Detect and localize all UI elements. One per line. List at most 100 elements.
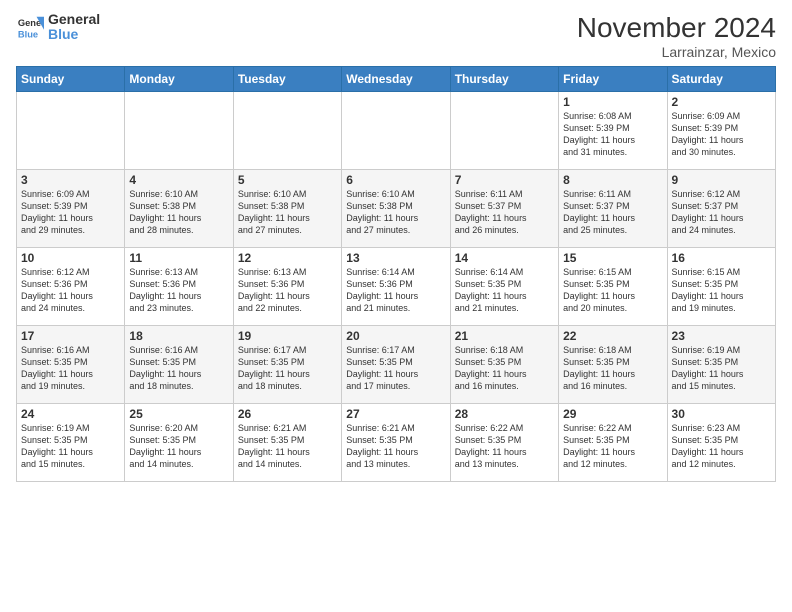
calendar-cell: 23Sunrise: 6:19 AM Sunset: 5:35 PM Dayli… (667, 326, 775, 404)
calendar-cell: 6Sunrise: 6:10 AM Sunset: 5:38 PM Daylig… (342, 170, 450, 248)
calendar-cell: 13Sunrise: 6:14 AM Sunset: 5:36 PM Dayli… (342, 248, 450, 326)
day-info: Sunrise: 6:13 AM Sunset: 5:36 PM Dayligh… (129, 266, 228, 315)
day-info: Sunrise: 6:15 AM Sunset: 5:35 PM Dayligh… (563, 266, 662, 315)
calendar-cell: 21Sunrise: 6:18 AM Sunset: 5:35 PM Dayli… (450, 326, 558, 404)
calendar-cell: 5Sunrise: 6:10 AM Sunset: 5:38 PM Daylig… (233, 170, 341, 248)
day-info: Sunrise: 6:18 AM Sunset: 5:35 PM Dayligh… (455, 344, 554, 393)
day-number: 14 (455, 251, 554, 265)
day-number: 6 (346, 173, 445, 187)
day-number: 29 (563, 407, 662, 421)
calendar-cell: 12Sunrise: 6:13 AM Sunset: 5:36 PM Dayli… (233, 248, 341, 326)
calendar-cell: 30Sunrise: 6:23 AM Sunset: 5:35 PM Dayli… (667, 404, 775, 482)
calendar-cell (233, 92, 341, 170)
day-info: Sunrise: 6:17 AM Sunset: 5:35 PM Dayligh… (238, 344, 337, 393)
day-info: Sunrise: 6:10 AM Sunset: 5:38 PM Dayligh… (238, 188, 337, 237)
calendar-cell (125, 92, 233, 170)
day-info: Sunrise: 6:11 AM Sunset: 5:37 PM Dayligh… (563, 188, 662, 237)
day-header-tuesday: Tuesday (233, 67, 341, 92)
calendar-cell: 25Sunrise: 6:20 AM Sunset: 5:35 PM Dayli… (125, 404, 233, 482)
day-number: 15 (563, 251, 662, 265)
day-number: 21 (455, 329, 554, 343)
day-number: 20 (346, 329, 445, 343)
calendar-cell: 9Sunrise: 6:12 AM Sunset: 5:37 PM Daylig… (667, 170, 775, 248)
day-number: 5 (238, 173, 337, 187)
day-info: Sunrise: 6:15 AM Sunset: 5:35 PM Dayligh… (672, 266, 771, 315)
logo: General Blue General Blue (16, 12, 100, 43)
day-info: Sunrise: 6:22 AM Sunset: 5:35 PM Dayligh… (563, 422, 662, 471)
logo-line2: Blue (48, 27, 100, 42)
day-number: 16 (672, 251, 771, 265)
calendar-cell: 1Sunrise: 6:08 AM Sunset: 5:39 PM Daylig… (559, 92, 667, 170)
svg-text:Blue: Blue (18, 30, 38, 40)
calendar-cell: 27Sunrise: 6:21 AM Sunset: 5:35 PM Dayli… (342, 404, 450, 482)
page-container: General Blue General Blue November 2024 … (0, 0, 792, 490)
day-info: Sunrise: 6:19 AM Sunset: 5:35 PM Dayligh… (672, 344, 771, 393)
day-info: Sunrise: 6:20 AM Sunset: 5:35 PM Dayligh… (129, 422, 228, 471)
calendar-cell: 22Sunrise: 6:18 AM Sunset: 5:35 PM Dayli… (559, 326, 667, 404)
day-number: 17 (21, 329, 120, 343)
week-row-2: 3Sunrise: 6:09 AM Sunset: 5:39 PM Daylig… (17, 170, 776, 248)
day-info: Sunrise: 6:11 AM Sunset: 5:37 PM Dayligh… (455, 188, 554, 237)
day-number: 3 (21, 173, 120, 187)
day-info: Sunrise: 6:10 AM Sunset: 5:38 PM Dayligh… (346, 188, 445, 237)
day-number: 25 (129, 407, 228, 421)
day-info: Sunrise: 6:13 AM Sunset: 5:36 PM Dayligh… (238, 266, 337, 315)
day-number: 2 (672, 95, 771, 109)
day-number: 13 (346, 251, 445, 265)
day-number: 30 (672, 407, 771, 421)
calendar-cell: 18Sunrise: 6:16 AM Sunset: 5:35 PM Dayli… (125, 326, 233, 404)
calendar-cell: 15Sunrise: 6:15 AM Sunset: 5:35 PM Dayli… (559, 248, 667, 326)
calendar-cell: 16Sunrise: 6:15 AM Sunset: 5:35 PM Dayli… (667, 248, 775, 326)
header: General Blue General Blue November 2024 … (16, 12, 776, 60)
day-info: Sunrise: 6:21 AM Sunset: 5:35 PM Dayligh… (238, 422, 337, 471)
calendar-cell: 28Sunrise: 6:22 AM Sunset: 5:35 PM Dayli… (450, 404, 558, 482)
day-info: Sunrise: 6:19 AM Sunset: 5:35 PM Dayligh… (21, 422, 120, 471)
day-header-saturday: Saturday (667, 67, 775, 92)
day-header-sunday: Sunday (17, 67, 125, 92)
calendar-table: SundayMondayTuesdayWednesdayThursdayFrid… (16, 66, 776, 482)
calendar-cell: 19Sunrise: 6:17 AM Sunset: 5:35 PM Dayli… (233, 326, 341, 404)
day-number: 10 (21, 251, 120, 265)
calendar-cell: 10Sunrise: 6:12 AM Sunset: 5:36 PM Dayli… (17, 248, 125, 326)
day-number: 4 (129, 173, 228, 187)
calendar-cell: 7Sunrise: 6:11 AM Sunset: 5:37 PM Daylig… (450, 170, 558, 248)
day-header-wednesday: Wednesday (342, 67, 450, 92)
day-info: Sunrise: 6:14 AM Sunset: 5:36 PM Dayligh… (346, 266, 445, 315)
day-info: Sunrise: 6:14 AM Sunset: 5:35 PM Dayligh… (455, 266, 554, 315)
day-number: 19 (238, 329, 337, 343)
calendar-cell: 29Sunrise: 6:22 AM Sunset: 5:35 PM Dayli… (559, 404, 667, 482)
day-number: 24 (21, 407, 120, 421)
day-info: Sunrise: 6:08 AM Sunset: 5:39 PM Dayligh… (563, 110, 662, 159)
day-number: 9 (672, 173, 771, 187)
day-info: Sunrise: 6:12 AM Sunset: 5:37 PM Dayligh… (672, 188, 771, 237)
calendar-cell: 24Sunrise: 6:19 AM Sunset: 5:35 PM Dayli… (17, 404, 125, 482)
day-info: Sunrise: 6:10 AM Sunset: 5:38 PM Dayligh… (129, 188, 228, 237)
week-row-1: 1Sunrise: 6:08 AM Sunset: 5:39 PM Daylig… (17, 92, 776, 170)
calendar-cell: 8Sunrise: 6:11 AM Sunset: 5:37 PM Daylig… (559, 170, 667, 248)
day-number: 7 (455, 173, 554, 187)
title-block: November 2024 Larrainzar, Mexico (577, 12, 776, 60)
day-number: 8 (563, 173, 662, 187)
calendar-cell: 4Sunrise: 6:10 AM Sunset: 5:38 PM Daylig… (125, 170, 233, 248)
calendar-cell: 17Sunrise: 6:16 AM Sunset: 5:35 PM Dayli… (17, 326, 125, 404)
day-number: 26 (238, 407, 337, 421)
day-info: Sunrise: 6:09 AM Sunset: 5:39 PM Dayligh… (21, 188, 120, 237)
day-info: Sunrise: 6:16 AM Sunset: 5:35 PM Dayligh… (129, 344, 228, 393)
calendar-cell: 3Sunrise: 6:09 AM Sunset: 5:39 PM Daylig… (17, 170, 125, 248)
day-header-monday: Monday (125, 67, 233, 92)
day-info: Sunrise: 6:18 AM Sunset: 5:35 PM Dayligh… (563, 344, 662, 393)
calendar-cell: 11Sunrise: 6:13 AM Sunset: 5:36 PM Dayli… (125, 248, 233, 326)
day-number: 23 (672, 329, 771, 343)
day-number: 27 (346, 407, 445, 421)
day-number: 18 (129, 329, 228, 343)
day-info: Sunrise: 6:16 AM Sunset: 5:35 PM Dayligh… (21, 344, 120, 393)
day-number: 28 (455, 407, 554, 421)
week-row-4: 17Sunrise: 6:16 AM Sunset: 5:35 PM Dayli… (17, 326, 776, 404)
calendar-cell (17, 92, 125, 170)
week-row-5: 24Sunrise: 6:19 AM Sunset: 5:35 PM Dayli… (17, 404, 776, 482)
month-title: November 2024 (577, 12, 776, 44)
location-subtitle: Larrainzar, Mexico (577, 44, 776, 60)
day-info: Sunrise: 6:12 AM Sunset: 5:36 PM Dayligh… (21, 266, 120, 315)
calendar-cell: 14Sunrise: 6:14 AM Sunset: 5:35 PM Dayli… (450, 248, 558, 326)
day-number: 1 (563, 95, 662, 109)
